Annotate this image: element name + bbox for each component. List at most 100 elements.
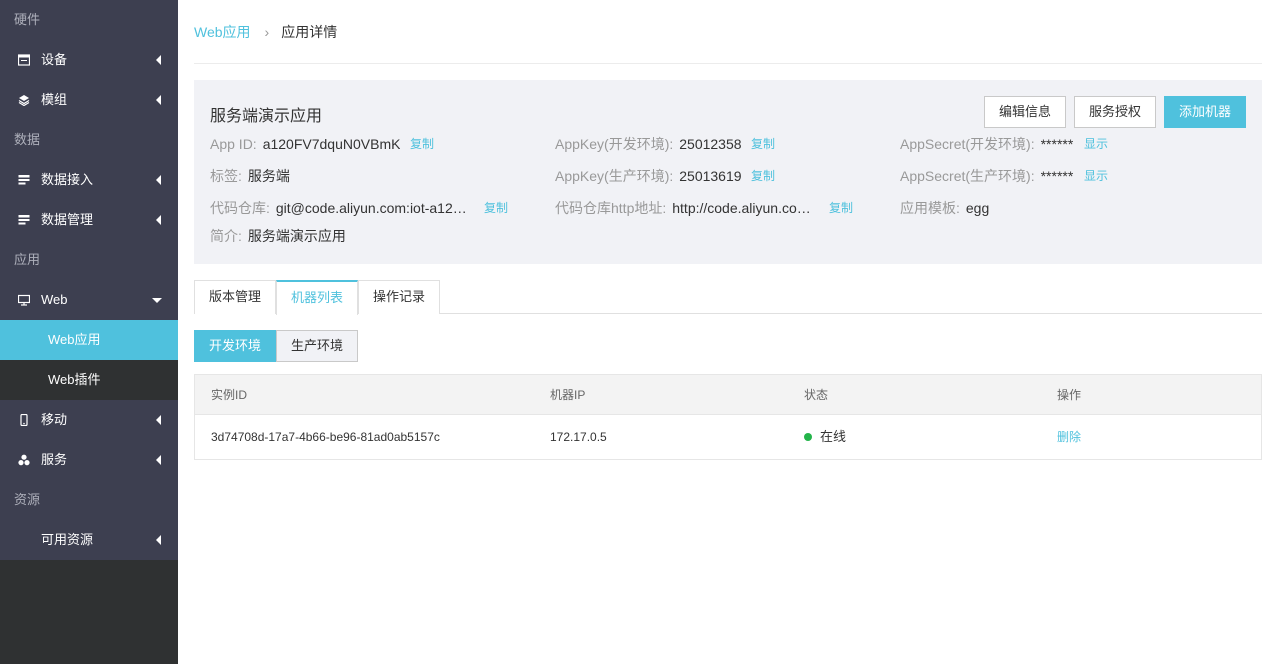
- sidebar-footer: [0, 560, 178, 664]
- field-value: a120FV7dquN0VBmK: [262, 136, 401, 152]
- sidebar-group-data: 数据: [14, 132, 41, 147]
- delete-link[interactable]: 删除: [1057, 416, 1081, 458]
- field-appkey-dev: AppKey(开发环境): 25012358: [555, 134, 742, 154]
- sidebar-item-label: 服务: [41, 452, 68, 467]
- sidebar-item-mobile[interactable]: 移动: [0, 400, 178, 440]
- list-icon: [18, 175, 30, 185]
- sidebar-item-label: Web: [41, 292, 68, 307]
- machine-table: 实例ID 机器IP 状态 操作 3d74708d-17a7-4b66-be96-…: [194, 374, 1262, 460]
- tab-versions[interactable]: 版本管理: [194, 280, 276, 314]
- caret-left-icon: [156, 455, 161, 465]
- field-appsecret-dev: AppSecret(开发环境): ******: [900, 134, 1073, 154]
- field-label: App ID:: [210, 136, 257, 152]
- caret-left-icon: [156, 175, 161, 185]
- app-info-panel: 服务端演示应用 编辑信息 服务授权 添加机器 App ID: a120FV7dqu…: [194, 80, 1262, 264]
- sidebar-item-module[interactable]: 模组: [0, 80, 178, 120]
- field-desc: 简介: 服务端演示应用: [210, 226, 346, 246]
- field-value: 25013619: [679, 168, 742, 184]
- sidebar-item-label: 移动: [41, 412, 68, 427]
- copy-appkey-prod-link[interactable]: 复制: [751, 166, 775, 186]
- field-appsecret-prod: AppSecret(生产环境): ******: [900, 166, 1073, 186]
- caret-left-icon: [156, 535, 161, 545]
- env-dev-button[interactable]: 开发环境: [194, 330, 276, 362]
- field-label: 代码仓库http地址:: [555, 200, 667, 216]
- sidebar-group-hardware: 硬件: [14, 12, 41, 27]
- app-layout: 硬件 设备 模组 数据 数据接入 数据管理 应用 Web Web应用 Web插件…: [0, 0, 1277, 664]
- sidebar-subitem-web-app[interactable]: Web应用: [0, 320, 178, 360]
- column-header-ip: 机器IP: [550, 388, 586, 402]
- field-value: 25012358: [679, 136, 742, 152]
- copy-app-id-link[interactable]: 复制: [410, 134, 434, 154]
- field-repo-http: 代码仓库http地址: http://code.aliyun.co…: [555, 198, 811, 218]
- field-appkey-prod: AppKey(生产环境): 25013619: [555, 166, 742, 186]
- sidebar-subitem-web-plugin[interactable]: Web插件: [0, 360, 178, 400]
- cell-ip: 172.17.0.5: [550, 430, 607, 444]
- sidebar-item-data-access[interactable]: 数据接入: [0, 160, 178, 200]
- table-header: 实例ID 机器IP 状态 操作: [195, 375, 1261, 415]
- copy-repo-link[interactable]: 复制: [484, 198, 508, 218]
- sidebar-item-label: 设备: [41, 52, 68, 67]
- sidebar-item-web[interactable]: Web: [0, 280, 178, 320]
- sidebar-item-label: 数据接入: [41, 172, 94, 187]
- app-title: 服务端演示应用: [210, 108, 323, 125]
- caret-down-icon: [152, 298, 162, 303]
- sidebar-group-resource: 资源: [14, 492, 41, 507]
- field-value: egg: [965, 200, 990, 216]
- column-header-status: 状态: [804, 388, 829, 402]
- field-app-id: App ID: a120FV7dquN0VBmK: [210, 134, 400, 154]
- breadcrumb: Web应用 › 应用详情: [194, 22, 337, 42]
- monitor-icon: [18, 294, 30, 306]
- sidebar: 硬件 设备 模组 数据 数据接入 数据管理 应用 Web Web应用 Web插件…: [0, 0, 178, 664]
- cubes-icon: [18, 454, 30, 466]
- caret-left-icon: [156, 55, 161, 65]
- add-machine-button[interactable]: 添加机器: [1164, 96, 1246, 128]
- caret-left-icon: [156, 95, 161, 105]
- copy-repo-http-link[interactable]: 复制: [829, 198, 853, 218]
- field-label: AppKey(开发环境):: [555, 136, 674, 152]
- field-label: AppKey(生产环境):: [555, 168, 674, 184]
- main-content: Web应用 › 应用详情 服务端演示应用 编辑信息 服务授权 添加机器 App ID…: [178, 0, 1277, 664]
- tab-bar: 版本管理 机器列表 操作记录: [194, 280, 1262, 315]
- cell-status: 在线: [804, 416, 846, 458]
- edit-info-button[interactable]: 编辑信息: [984, 96, 1066, 128]
- field-value: 服务端: [247, 168, 290, 184]
- phone-icon: [20, 414, 28, 426]
- field-label: 应用模板:: [900, 200, 960, 216]
- sidebar-item-label: 数据管理: [41, 212, 94, 227]
- status-online-dot-icon: [804, 433, 812, 441]
- env-prod-button[interactable]: 生产环境: [276, 330, 358, 362]
- sidebar-item-label: 模组: [41, 92, 68, 107]
- layers-icon: [18, 95, 30, 106]
- field-value: ******: [1040, 136, 1074, 152]
- breadcrumb-parent-link[interactable]: Web应用: [194, 24, 251, 40]
- field-label: 简介:: [210, 228, 242, 244]
- field-value: git@code.aliyun.com:iot-a12…: [275, 200, 467, 216]
- cell-instance-id: 3d74708d-17a7-4b66-be96-81ad0ab5157c: [211, 430, 440, 444]
- show-appsecret-prod-link[interactable]: 显示: [1084, 166, 1108, 186]
- divider: [194, 63, 1262, 64]
- sidebar-item-data-manage[interactable]: 数据管理: [0, 200, 178, 240]
- sidebar-item-available-resource[interactable]: 可用资源: [0, 520, 178, 560]
- status-text: 在线: [820, 429, 847, 444]
- caret-left-icon: [156, 415, 161, 425]
- breadcrumb-current: 应用详情: [281, 24, 338, 40]
- service-authorize-button[interactable]: 服务授权: [1074, 96, 1156, 128]
- sidebar-item-label: 可用资源: [41, 532, 94, 547]
- field-label: 标签:: [210, 168, 242, 184]
- sidebar-item-service[interactable]: 服务: [0, 440, 178, 480]
- field-label: AppSecret(生产环境):: [900, 168, 1035, 184]
- tab-machines[interactable]: 机器列表: [276, 280, 358, 315]
- copy-appkey-dev-link[interactable]: 复制: [751, 134, 775, 154]
- field-repo: 代码仓库: git@code.aliyun.com:iot-a12…: [210, 198, 467, 218]
- field-value: 服务端演示应用: [247, 228, 346, 244]
- sidebar-group-app: 应用: [14, 252, 41, 267]
- list-icon: [18, 215, 30, 225]
- breadcrumb-separator-icon: ›: [264, 24, 270, 40]
- tab-logs[interactable]: 操作记录: [358, 280, 440, 314]
- column-header-action: 操作: [1057, 388, 1082, 402]
- show-appsecret-dev-link[interactable]: 显示: [1084, 134, 1108, 154]
- sidebar-item-device[interactable]: 设备: [0, 40, 178, 80]
- field-value: ******: [1040, 168, 1074, 184]
- field-label: 代码仓库:: [210, 200, 270, 216]
- field-value: http://code.aliyun.co…: [672, 200, 811, 216]
